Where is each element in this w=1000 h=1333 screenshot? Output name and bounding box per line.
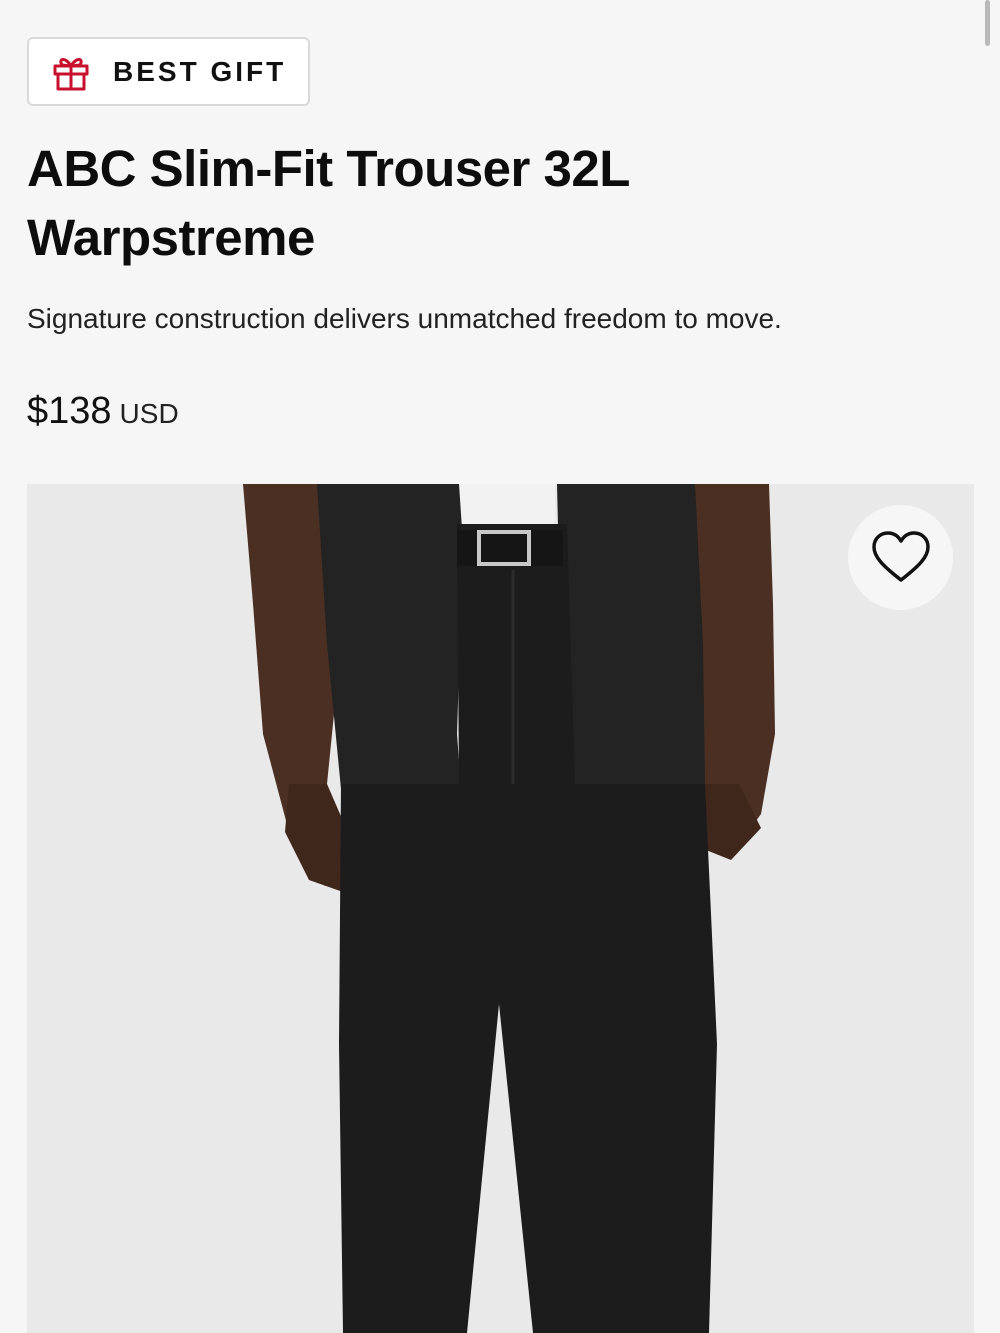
best-gift-badge: BEST GIFT	[27, 37, 310, 106]
product-title: ABC Slim-Fit Trouser 32L Warpstreme	[27, 140, 630, 266]
gift-icon	[51, 52, 91, 92]
heart-outline-icon	[869, 526, 933, 590]
product-image[interactable]	[27, 484, 974, 1333]
product-price: $138 USD	[27, 390, 179, 433]
badge-label: BEST GIFT	[113, 55, 287, 87]
product-description: Signature construction delivers unmatche…	[27, 303, 782, 334]
scrollbar[interactable]	[985, 0, 990, 46]
wishlist-button[interactable]	[848, 505, 953, 610]
price-currency: USD	[119, 398, 179, 429]
price-amount: $138	[27, 390, 112, 432]
